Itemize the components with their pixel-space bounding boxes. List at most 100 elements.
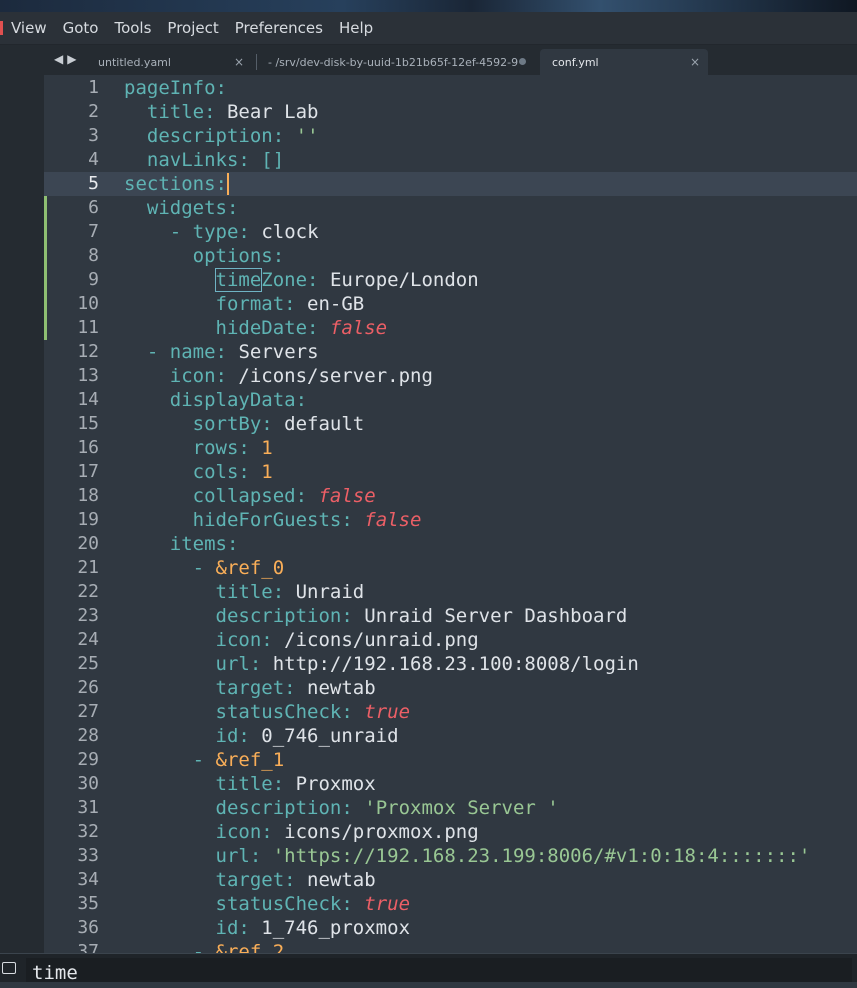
code-line[interactable]: 6 widgets: [44, 196, 857, 220]
line-number: 25 [77, 653, 99, 674]
code-line[interactable]: 24 icon: /icons/unraid.png [44, 628, 857, 652]
code-token: : [249, 845, 273, 867]
line-number: 17 [77, 461, 99, 482]
sidebar [0, 45, 44, 953]
modified-dot-icon[interactable] [519, 58, 526, 65]
code-line[interactable]: 27 statusCheck: true [44, 700, 857, 724]
tab-remote-file[interactable]: - /srv/dev-disk-by-uuid-1b21b65f-12ef-45… [260, 49, 538, 75]
line-code: - name: Servers [124, 340, 319, 364]
line-number: 4 [88, 149, 99, 170]
menu-help[interactable]: Help [331, 19, 381, 37]
line-code: sortBy: default [124, 412, 365, 436]
code-token: : [204, 101, 227, 123]
code-line[interactable]: 9 timeZone: Europe/London [44, 268, 857, 292]
line-code: title: Bear Lab [124, 100, 319, 124]
code-token: 'Proxmox Server ' [364, 797, 559, 819]
menu-goto[interactable]: Goto [55, 19, 107, 37]
line-number: 33 [77, 845, 99, 866]
tab-nav-arrows[interactable]: ◀▶ [54, 52, 80, 66]
panel-toggle-icon[interactable] [2, 962, 16, 974]
menu-tools[interactable]: Tools [106, 19, 159, 37]
line-number: 12 [77, 341, 99, 362]
menu-preferences[interactable]: Preferences [227, 19, 331, 37]
code-line[interactable]: 30 title: Proxmox [44, 772, 857, 796]
code-line[interactable]: 19 hideForGuests: false [44, 508, 857, 532]
code-line[interactable]: 36 id: 1_746_proxmox [44, 916, 857, 940]
line-code: description: 'Proxmox Server ' [124, 796, 559, 820]
code-token: /icons/unraid.png [284, 629, 479, 651]
line-code: target: newtab [124, 676, 376, 700]
menu-project[interactable]: Project [159, 19, 226, 37]
find-input[interactable]: time [26, 958, 852, 984]
code-line[interactable]: 29 - &ref_1 [44, 748, 857, 772]
code-line[interactable]: 2 title: Bear Lab [44, 100, 857, 124]
code-line[interactable]: 4 navLinks: [] [44, 148, 857, 172]
code-line[interactable]: 31 description: 'Proxmox Server ' [44, 796, 857, 820]
code-line[interactable]: 35 statusCheck: true [44, 892, 857, 916]
line-number: 19 [77, 509, 99, 530]
code-line[interactable]: 1 pageInfo: [44, 76, 857, 100]
code-line[interactable]: 21 - &ref_0 [44, 556, 857, 580]
code-line[interactable]: 11 hideDate: false [44, 316, 857, 340]
tab-next-icon[interactable]: ▶ [67, 52, 80, 66]
tab-prev-icon[interactable]: ◀ [54, 52, 67, 66]
code-token: Proxmox [295, 773, 376, 795]
code-token: : [341, 701, 365, 723]
code-line[interactable]: 17 cols: 1 [44, 460, 857, 484]
code-token: : [307, 269, 330, 291]
line-code: collapsed: false [124, 484, 376, 508]
code-line[interactable]: 22 title: Unraid [44, 580, 857, 604]
code-line[interactable]: 34 target: newtab [44, 868, 857, 892]
tab-close-icon[interactable]: × [690, 55, 700, 69]
code-line[interactable]: 13 icon: /icons/server.png [44, 364, 857, 388]
line-code: url: http://192.168.23.100:8008/login [124, 652, 639, 676]
code-token: icons/proxmox.png [284, 821, 479, 843]
code-token: description [146, 125, 273, 147]
line-code: options: [124, 244, 285, 268]
code-line[interactable]: 15 sortBy: default [44, 412, 857, 436]
code-token: clock [261, 221, 319, 243]
code-token: statusCheck [215, 893, 342, 915]
code-token: : [238, 917, 262, 939]
code-line[interactable]: 28 id: 0_746_unraid [44, 724, 857, 748]
code-line[interactable]: 25 url: http://192.168.23.100:8008/login [44, 652, 857, 676]
code-line[interactable]: 33 url: 'https://192.168.23.199:8006/#v1… [44, 844, 857, 868]
code-line[interactable]: 3 description: '' [44, 124, 857, 148]
code-line[interactable]: 18 collapsed: false [44, 484, 857, 508]
menu-view[interactable]: View [3, 19, 55, 37]
code-line[interactable]: 5 sections: [44, 172, 857, 196]
find-match: time [214, 268, 263, 292]
code-line[interactable]: 8 options: [44, 244, 857, 268]
code-line[interactable]: 26 target: newtab [44, 676, 857, 700]
code-line[interactable]: 16 rows: 1 [44, 436, 857, 460]
code-line[interactable]: 20 items: [44, 532, 857, 556]
code-line[interactable]: 14 displayData: [44, 388, 857, 412]
code-line[interactable]: 12 - name: Servers [44, 340, 857, 364]
code-token: : [284, 293, 308, 315]
code-line[interactable]: 37 - &ref_2 [44, 940, 857, 953]
line-code: icon: /icons/unraid.png [124, 628, 479, 652]
code-token: : [226, 197, 239, 219]
line-code: statusCheck: true [124, 892, 411, 916]
code-line[interactable]: 7 - type: clock [44, 220, 857, 244]
line-number: 1 [88, 77, 99, 98]
code-line[interactable]: 32 icon: icons/proxmox.png [44, 820, 857, 844]
line-code: target: newtab [124, 868, 376, 892]
tab-untitled-yaml[interactable]: untitled.yaml × [90, 49, 252, 75]
code-token: 1_746_proxmox [261, 917, 411, 939]
code-line[interactable]: 10 format: en-GB [44, 292, 857, 316]
tab-conf-yml[interactable]: conf.yml × [540, 49, 708, 75]
line-code: pageInfo: [124, 76, 227, 100]
tab-close-icon[interactable]: × [234, 55, 244, 69]
code-line[interactable]: 23 description: Unraid Server Dashboard [44, 604, 857, 628]
line-code: description: '' [124, 124, 319, 148]
code-token: rows [192, 437, 239, 459]
code-editor[interactable]: 1 pageInfo: 2 title: Bear Lab 3 description… [44, 75, 857, 953]
